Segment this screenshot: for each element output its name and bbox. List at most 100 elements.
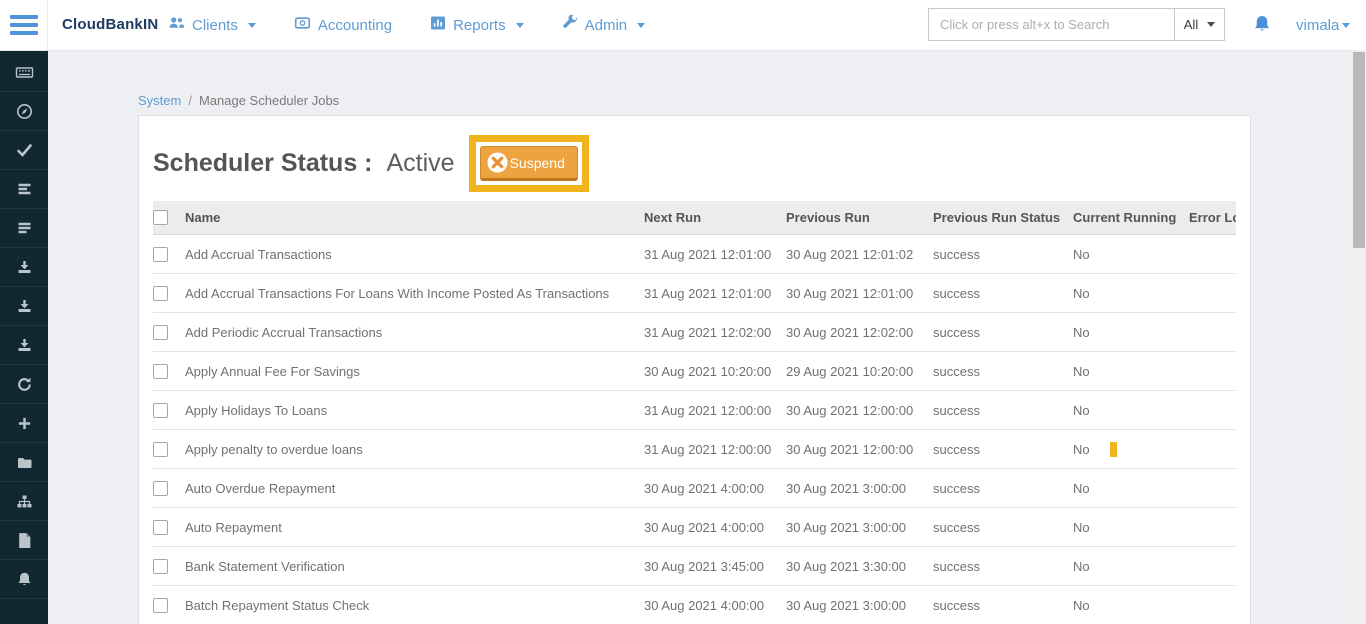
- page-title: Scheduler Status :: [153, 149, 373, 178]
- cell-previous-run-status: success: [933, 286, 1073, 301]
- plus-icon[interactable]: [0, 404, 48, 443]
- cell-previous-run-status: success: [933, 598, 1073, 613]
- sidebar: [0, 50, 48, 624]
- cell-current-running: No: [1073, 364, 1189, 379]
- breadcrumb: System/Manage Scheduler Jobs: [138, 93, 339, 108]
- table-row: Add Accrual Transactions 31 Aug 2021 12:…: [153, 235, 1236, 274]
- scrollbar-thumb[interactable]: [1353, 52, 1365, 248]
- cell-current-running: No: [1073, 442, 1189, 457]
- chevron-down-icon: [637, 23, 645, 28]
- table-header-row: Name Next Run Previous Run Previous Run …: [153, 201, 1236, 235]
- row-checkbox[interactable]: [153, 247, 168, 262]
- table-row: Batch Repayment Status Check 30 Aug 2021…: [153, 586, 1236, 624]
- notifications-bell-icon[interactable]: [1252, 14, 1272, 39]
- chevron-down-icon: [516, 23, 524, 28]
- cell-job-name: Bank Statement Verification: [185, 559, 644, 574]
- cell-previous-run-status: success: [933, 481, 1073, 496]
- cell-job-name: Apply penalty to overdue loans: [185, 442, 644, 457]
- cell-previous-run: 30 Aug 2021 12:00:00: [786, 442, 933, 457]
- menu-admin[interactable]: Admin: [562, 15, 646, 35]
- row-checkbox[interactable]: [153, 559, 168, 574]
- list-icon[interactable]: [0, 209, 48, 248]
- cell-previous-run: 30 Aug 2021 3:00:00: [786, 481, 933, 496]
- folder-icon[interactable]: [0, 443, 48, 482]
- row-checkbox[interactable]: [153, 442, 168, 457]
- cell-previous-run-status: success: [933, 325, 1073, 340]
- table-row: Auto Repayment 30 Aug 2021 4:00:00 30 Au…: [153, 508, 1236, 547]
- menu-accounting[interactable]: Accounting: [294, 15, 392, 35]
- main-menu: Clients Accounting Reports Admin: [168, 0, 645, 50]
- search-scope-dropdown[interactable]: All: [1174, 9, 1224, 40]
- breadcrumb-system-link[interactable]: System: [138, 93, 181, 108]
- search-input[interactable]: [929, 9, 1174, 40]
- row-checkbox[interactable]: [153, 325, 168, 340]
- cell-next-run: 31 Aug 2021 12:00:00: [644, 403, 786, 418]
- download-icon[interactable]: [0, 326, 48, 365]
- main-content: System/Manage Scheduler Jobs Scheduler S…: [48, 50, 1352, 624]
- hamburger-menu-icon[interactable]: [0, 0, 48, 50]
- chevron-down-icon: [248, 23, 256, 28]
- cell-previous-run: 30 Aug 2021 3:00:00: [786, 598, 933, 613]
- cell-current-running: No: [1073, 520, 1189, 535]
- cell-job-name: Add Periodic Accrual Transactions: [185, 325, 644, 340]
- cell-previous-run-status: success: [933, 520, 1073, 535]
- cell-job-name: Add Accrual Transactions: [185, 247, 644, 262]
- suspend-button[interactable]: Suspend: [480, 146, 578, 181]
- cell-previous-run: 29 Aug 2021 10:20:00: [786, 364, 933, 379]
- cell-previous-run-status: success: [933, 247, 1073, 262]
- cell-next-run: 31 Aug 2021 12:01:00: [644, 247, 786, 262]
- menu-clients[interactable]: Clients: [168, 15, 256, 35]
- refresh-icon[interactable]: [0, 365, 48, 404]
- cell-current-running: No: [1073, 559, 1189, 574]
- chevron-down-icon: [1342, 23, 1350, 28]
- cell-job-name: Apply Holidays To Loans: [185, 403, 644, 418]
- global-search: All: [928, 8, 1225, 41]
- cell-current-running: No: [1073, 403, 1189, 418]
- cell-current-running: No: [1073, 286, 1189, 301]
- row-checkbox[interactable]: [153, 520, 168, 535]
- cell-next-run: 31 Aug 2021 12:02:00: [644, 325, 786, 340]
- cell-previous-run: 30 Aug 2021 3:00:00: [786, 520, 933, 535]
- annotation-highlight-box: [1073, 442, 1117, 457]
- cell-next-run: 30 Aug 2021 4:00:00: [644, 598, 786, 613]
- row-checkbox[interactable]: [153, 286, 168, 301]
- accounting-icon: [294, 15, 311, 35]
- bell-icon[interactable]: [0, 560, 48, 599]
- compass-icon[interactable]: [0, 92, 48, 131]
- scheduler-card: Scheduler Status : Active Suspend Name N…: [138, 115, 1251, 624]
- cell-next-run: 31 Aug 2021 12:00:00: [644, 442, 786, 457]
- cell-next-run: 30 Aug 2021 3:45:00: [644, 559, 786, 574]
- download-icon[interactable]: [0, 287, 48, 326]
- check-icon[interactable]: [0, 131, 48, 170]
- bar-chart-icon: [430, 15, 446, 35]
- download-icon[interactable]: [0, 248, 48, 287]
- cell-previous-run: 30 Aug 2021 12:01:02: [786, 247, 933, 262]
- select-all-checkbox[interactable]: [153, 210, 168, 225]
- cell-previous-run-status: success: [933, 442, 1073, 457]
- table-row: Auto Overdue Repayment 30 Aug 2021 4:00:…: [153, 469, 1236, 508]
- menu-reports[interactable]: Reports: [430, 15, 524, 35]
- row-checkbox[interactable]: [153, 481, 168, 496]
- file-icon[interactable]: [0, 521, 48, 560]
- row-checkbox[interactable]: [153, 364, 168, 379]
- scheduler-heading: Scheduler Status : Active Suspend: [153, 132, 1236, 195]
- cell-next-run: 31 Aug 2021 12:01:00: [644, 286, 786, 301]
- sitemap-icon[interactable]: [0, 482, 48, 521]
- table-row: Apply Holidays To Loans 31 Aug 2021 12:0…: [153, 391, 1236, 430]
- row-checkbox[interactable]: [153, 598, 168, 613]
- brand-logo[interactable]: CloudBankIN: [62, 0, 158, 50]
- row-checkbox[interactable]: [153, 403, 168, 418]
- cell-job-name: Auto Repayment: [185, 520, 644, 535]
- cell-job-name: Add Accrual Transactions For Loans With …: [185, 286, 644, 301]
- cell-next-run: 30 Aug 2021 10:20:00: [644, 364, 786, 379]
- cell-previous-run-status: success: [933, 559, 1073, 574]
- cell-previous-run-status: success: [933, 403, 1073, 418]
- cell-previous-run: 30 Aug 2021 12:02:00: [786, 325, 933, 340]
- cell-current-running: No: [1073, 325, 1189, 340]
- list-icon[interactable]: [0, 170, 48, 209]
- keyboard-icon[interactable]: [0, 53, 48, 92]
- circle-x-icon: [486, 151, 509, 174]
- table-row: Add Periodic Accrual Transactions 31 Aug…: [153, 313, 1236, 352]
- vertical-scrollbar[interactable]: [1352, 50, 1366, 624]
- user-menu[interactable]: vimala: [1296, 0, 1350, 50]
